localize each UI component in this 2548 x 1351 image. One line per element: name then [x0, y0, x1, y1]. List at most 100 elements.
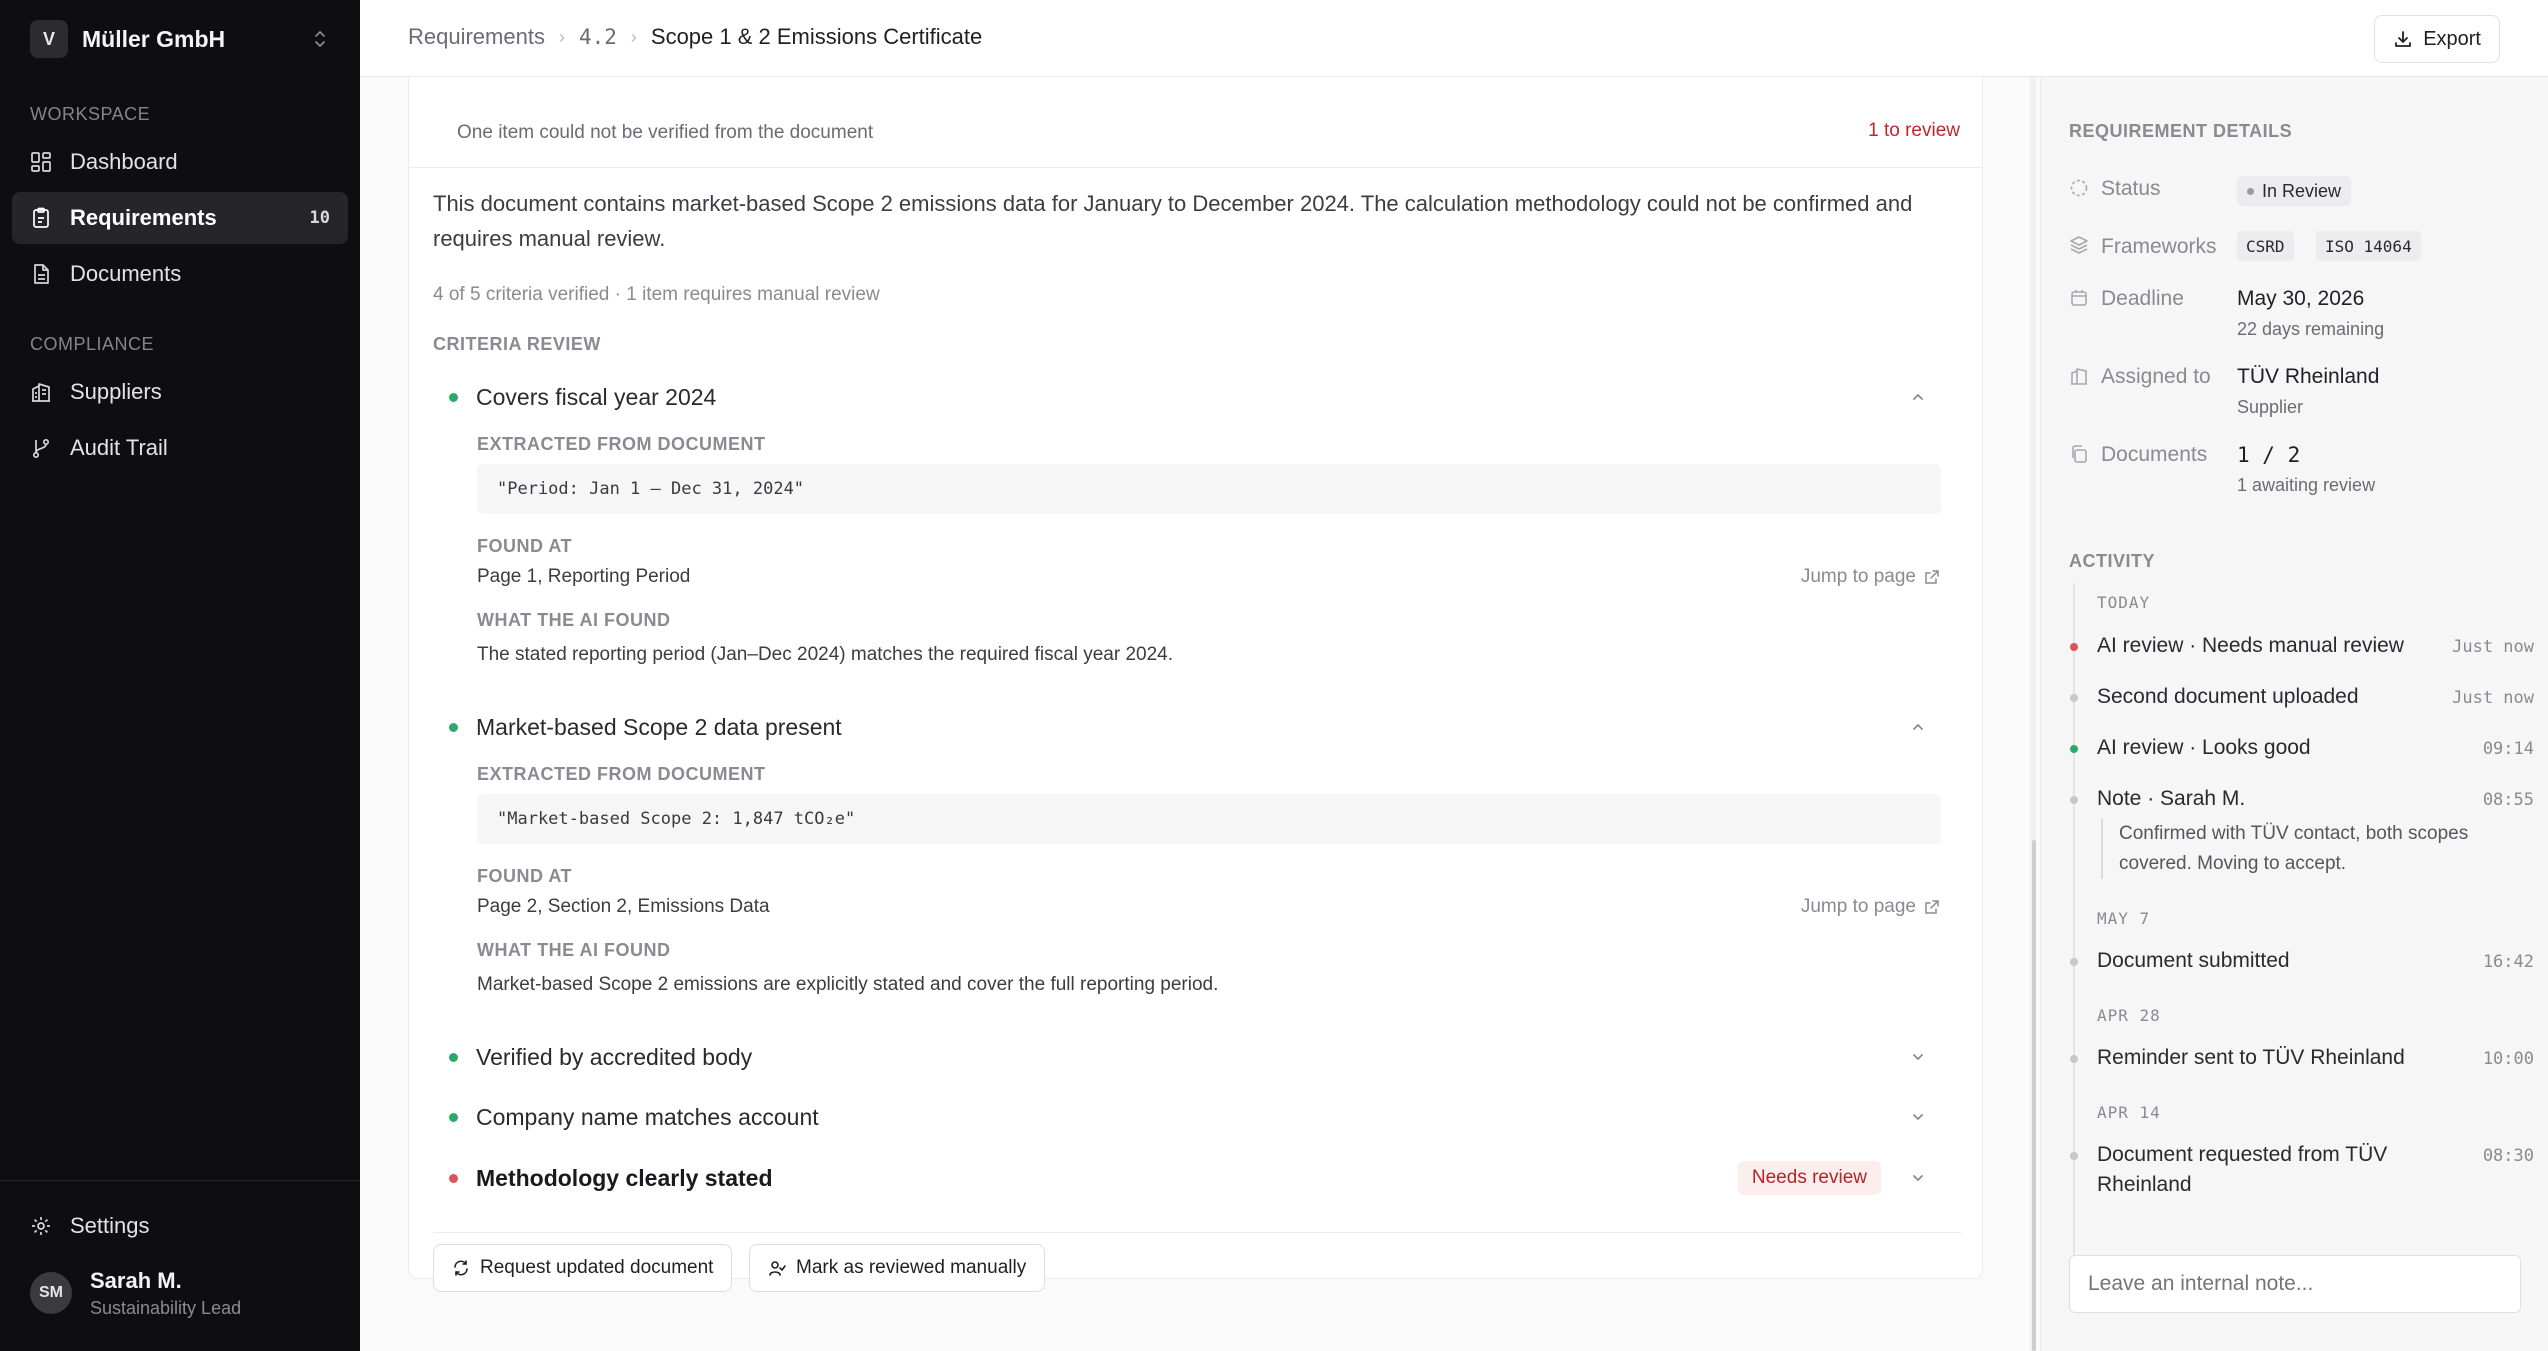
framework-tag: ISO 14064	[2316, 231, 2421, 261]
top-bar: Requirements › 4.2 › Scope 1 & 2 Emissio…	[360, 0, 2548, 77]
requirement-details-title: REQUIREMENT DETAILS	[2069, 121, 2293, 141]
avatar[interactable]: SM	[30, 1272, 72, 1314]
day-label: TODAY	[2097, 593, 2151, 612]
needs-review-badge: Needs review	[1737, 1161, 1881, 1195]
note-text: Confirmed with TÜV contact, both scopes …	[2101, 819, 2501, 879]
status-dot	[2247, 187, 2254, 195]
framework-tag: CSRD	[2237, 231, 2294, 261]
chevron-down-icon[interactable]	[1909, 1048, 1927, 1066]
chevron-up-icon[interactable]	[1909, 388, 1927, 406]
criterion-row[interactable]: Verified by accredited body	[449, 1040, 1949, 1074]
day-label: MAY 7	[2097, 909, 2151, 928]
event-dot-gray	[2070, 796, 2078, 804]
found-at-label: FOUND AT	[477, 866, 572, 886]
export-button[interactable]: Export	[2374, 15, 2500, 63]
status-dot-verified	[449, 722, 458, 732]
event-time: Just now	[2452, 637, 2534, 657]
event-dot-red	[2070, 643, 2078, 651]
status-badge: In Review	[2237, 176, 2352, 206]
activity-event: AI review · Looks good	[2097, 736, 2311, 759]
jump-to-page-link[interactable]: Jump to page	[1801, 566, 1940, 588]
deadline-remaining: 22 days remaining	[2237, 319, 2385, 339]
found-at-value: Page 1, Reporting Period	[477, 566, 691, 587]
status-dot-verified	[449, 1112, 458, 1122]
sidebar: V Müller GmbH WORKSPACE Dashboard Requir…	[0, 0, 360, 1351]
chevron-down-icon[interactable]	[1909, 1108, 1927, 1126]
grid-icon	[31, 152, 51, 172]
request-button-label: Request updated document	[480, 1257, 714, 1278]
requirements-count-badge: 10	[309, 208, 330, 228]
ai-found-label: WHAT THE AI FOUND	[477, 940, 671, 960]
criterion-name: Market-based Scope 2 data present	[476, 713, 842, 740]
mark-reviewed-manually-button[interactable]: Mark as reviewed manually	[749, 1244, 1046, 1292]
refresh-icon	[454, 1260, 468, 1276]
manual-button-label: Mark as reviewed manually	[796, 1257, 1027, 1278]
org-logo: V	[30, 20, 68, 58]
activity-event: AI review · Needs manual review	[2097, 634, 2404, 657]
sidebar-item-settings[interactable]: Settings	[12, 1200, 348, 1252]
breadcrumb-section[interactable]: 4.2	[579, 25, 617, 49]
sidebar-item-audit-trail[interactable]: Audit Trail	[12, 422, 348, 474]
activity-event: Document submitted	[2097, 949, 2290, 972]
sidebar-item-documents[interactable]: Documents	[12, 248, 348, 300]
sidebar-item-label: Documents	[70, 261, 182, 286]
review-card-header: One item could not be verified from the …	[409, 77, 1982, 168]
chevron-up-icon[interactable]	[1909, 718, 1927, 736]
event-time: 08:55	[2482, 790, 2534, 810]
activity-event: Document requested from TÜV Rheinland	[2097, 1143, 2388, 1196]
breadcrumb-current: Scope 1 & 2 Emissions Certificate	[650, 24, 983, 49]
deadline-key: Deadline	[2101, 287, 2184, 310]
activity-title: ACTIVITY	[2069, 551, 2156, 571]
found-at-value: Page 2, Section 2, Emissions Data	[477, 896, 770, 917]
internal-note-input[interactable]	[2069, 1255, 2521, 1313]
file-icon	[34, 264, 49, 284]
chevron-down-icon[interactable]	[1909, 1169, 1927, 1187]
day-label: APR 28	[2097, 1006, 2161, 1025]
criteria-review-title: CRITERIA REVIEW	[433, 334, 601, 354]
day-label: APR 14	[2097, 1103, 2161, 1122]
org-initial: V	[42, 28, 55, 49]
criterion-name: Covers fiscal year 2024	[476, 383, 717, 410]
sidebar-item-label: Dashboard	[70, 149, 178, 174]
sidebar-item-dashboard[interactable]: Dashboard	[12, 136, 348, 188]
sidebar-item-label: Audit Trail	[70, 435, 168, 460]
main-scrollbar-thumb[interactable]	[2032, 840, 2036, 1351]
breadcrumb-separator-icon: ›	[630, 26, 637, 47]
criterion-name: Methodology clearly stated	[476, 1164, 773, 1191]
sidebar-item-label: Requirements	[70, 205, 217, 230]
review-hint: One item could not be verified from the …	[457, 122, 874, 143]
criterion-row[interactable]: Methodology clearly stated Needs review	[449, 1161, 1949, 1195]
extracted-quote: "Market-based Scope 2: 1,847 tCO₂e"	[477, 794, 1941, 844]
main-content: One item could not be verified from the …	[360, 77, 2040, 1351]
event-dot-gray	[2070, 1055, 2078, 1063]
criterion-row[interactable]: Market-based Scope 2 data present	[449, 710, 1949, 744]
criterion-row[interactable]: Company name matches account	[449, 1100, 1949, 1134]
download-icon	[2395, 31, 2412, 47]
documents-key: Documents	[2101, 443, 2208, 466]
event-time: 10:00	[2482, 1049, 2534, 1069]
event-time: 08:30	[2482, 1146, 2534, 1166]
assigned-value[interactable]: TÜV Rheinland	[2237, 365, 2379, 389]
copy-icon	[2072, 445, 2087, 463]
org-name: Müller GmbH	[82, 25, 226, 52]
external-link-icon	[1925, 570, 1939, 584]
event-dot-gray	[2070, 694, 2078, 702]
criterion-row[interactable]: Covers fiscal year 2024	[449, 380, 1949, 414]
event-time: 16:42	[2482, 952, 2534, 972]
jump-to-page-link[interactable]: Jump to page	[1801, 896, 1940, 918]
breadcrumb-requirements[interactable]: Requirements	[408, 24, 545, 50]
org-switcher[interactable]: V Müller GmbH	[30, 20, 340, 58]
extracted-quote: "Period: Jan 1 – Dec 31, 2024"	[477, 464, 1941, 514]
request-updated-document-button[interactable]: Request updated document	[433, 1244, 733, 1292]
event-dot-gray	[2070, 958, 2078, 966]
sidebar-divider	[0, 1180, 360, 1181]
sidebar-item-requirements[interactable]: Requirements 10	[12, 192, 348, 244]
sidebar-item-suppliers[interactable]: Suppliers	[12, 366, 348, 418]
workspace-section-label: WORKSPACE	[30, 104, 151, 124]
user-name: Sarah M.	[90, 1268, 182, 1293]
user-check-icon	[769, 1261, 786, 1276]
status-dot-needs-review	[449, 1173, 458, 1183]
sidebar-item-label: Settings	[70, 1213, 150, 1238]
git-branch-icon	[32, 438, 50, 459]
actions-divider	[433, 1232, 1961, 1233]
